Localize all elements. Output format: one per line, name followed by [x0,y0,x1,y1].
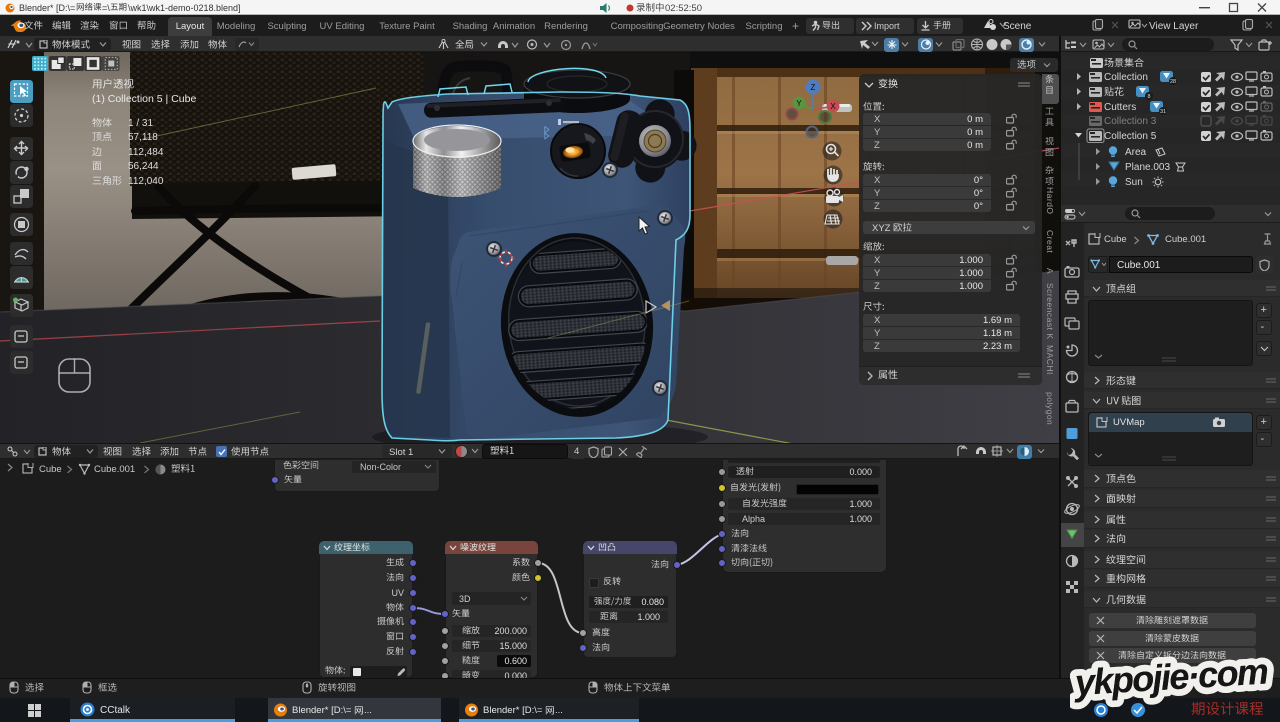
svg-text:X: X [830,102,836,111]
svg-text:31: 31 [1160,109,1166,115]
svg-text:ykpojie·com: ykpojie·com [1072,650,1269,703]
svg-text:28: 28 [1170,79,1176,85]
svg-text:Y: Y [796,99,802,108]
svg-text:Z: Z [811,83,816,92]
svg-text:8: 8 [1147,94,1150,100]
